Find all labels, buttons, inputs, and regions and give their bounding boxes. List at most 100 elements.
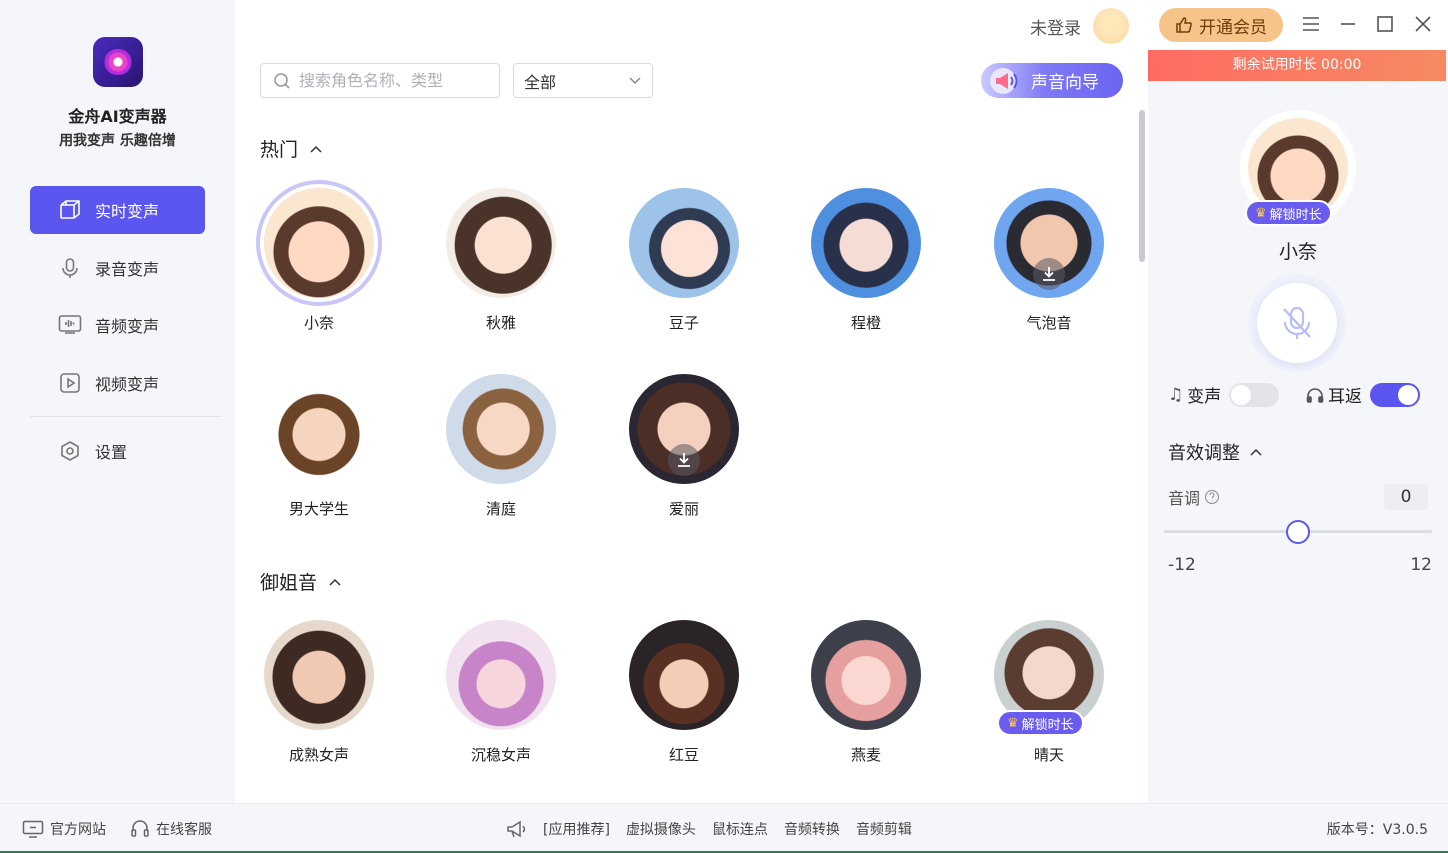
pitch-value-input[interactable]: 0 [1384, 484, 1428, 510]
character-avatar [629, 374, 739, 484]
section-title: 御姐音 [260, 572, 318, 594]
user-area[interactable]: 未登录 [1030, 8, 1129, 44]
download-icon[interactable] [668, 444, 700, 476]
sidebar-item-settings[interactable]: 设置 [30, 427, 205, 475]
pitch-slider-handle[interactable] [1286, 520, 1310, 544]
character-card[interactable]: 沉稳女声 [441, 620, 561, 765]
chevron-down-icon [629, 76, 641, 84]
trial-remaining-bar: 剩余试用时长 00:00 [1148, 50, 1446, 81]
mic-toggle-button[interactable] [1248, 274, 1346, 372]
link-audio-convert[interactable]: 音频转换 [784, 819, 840, 839]
pitch-row: 音调 [1168, 485, 1220, 509]
sidebar: 金舟AI变声器 用我变声 乐趣倍增 实时变声 录音变声 音频变声 视频变声 设置 [0, 0, 235, 803]
character-card[interactable]: ♛ 解锁时长 晴天 [989, 620, 1109, 765]
scrollbar-thumb[interactable] [1139, 110, 1145, 262]
monitor-toggle[interactable] [1370, 382, 1420, 407]
search-box[interactable] [260, 63, 500, 98]
sidebar-item-record[interactable]: 录音变声 [30, 244, 205, 292]
headset-icon [130, 819, 150, 839]
unlock-badge[interactable]: ♛ 解锁时长 [1245, 200, 1332, 226]
character-card[interactable]: 燕麦 [806, 620, 926, 765]
avatar[interactable] [1093, 8, 1129, 44]
sidebar-item-label: 视频变声 [95, 374, 160, 394]
character-avatar [446, 374, 556, 484]
video-play-icon [58, 371, 82, 395]
menu-icon[interactable] [1299, 12, 1323, 36]
sidebar-settings-wrap: 设置 [30, 427, 205, 485]
section-mature-header[interactable]: 御姐音 [260, 568, 341, 595]
voice-change-label: 变声 [1187, 387, 1222, 407]
character-card[interactable]: 小奈 [259, 188, 379, 333]
close-icon[interactable] [1411, 12, 1435, 36]
character-card[interactable]: 爱丽 [624, 374, 744, 519]
link-virtual-camera[interactable]: 虚拟摄像头 [626, 819, 696, 839]
character-card[interactable]: 豆子 [624, 188, 744, 333]
download-icon[interactable] [1033, 258, 1065, 290]
effects-header[interactable]: 音效调整 [1168, 439, 1262, 465]
character-card[interactable]: 红豆 [624, 620, 744, 765]
sidebar-item-label: 音频变声 [95, 317, 160, 336]
voice-change-toggle[interactable] [1229, 382, 1280, 407]
sidebar-item-label: 设置 [95, 443, 128, 462]
character-avatar [264, 188, 374, 298]
version-label: 版本号：V3.0.5 [1326, 822, 1428, 838]
unlock-badge-label: 解锁时长 [1269, 207, 1322, 223]
chevron-up-icon [1250, 448, 1262, 456]
sidebar-item-audio[interactable]: 音频变声 [30, 301, 205, 349]
app-slogan: 用我变声 乐趣倍增 [59, 133, 176, 149]
character-card[interactable]: 清庭 [441, 374, 561, 519]
voice-panel: 剩余试用时长 00:00 ♛ 解锁时长 小奈 ♫ 变声 耳返 音效调整 音调 0 [1148, 50, 1448, 803]
vip-button-label: 开通会员 [1199, 17, 1267, 38]
search-icon [274, 72, 290, 89]
character-name: 沉稳女声 [470, 746, 531, 764]
sidebar-item-label: 实时变声 [95, 202, 160, 221]
section-hot-header[interactable]: 热门 [260, 135, 322, 162]
website-link[interactable]: 官方网站 [22, 804, 106, 853]
link-mouse-clicker[interactable]: 鼠标连点 [712, 819, 768, 839]
pitch-label: 音调 [1168, 489, 1201, 508]
thumbs-up-icon [1176, 17, 1192, 33]
character-card[interactable]: 秋雅 [441, 188, 561, 333]
app-recommendations: [应用推荐] 虚拟摄像头 鼠标连点 音频转换 音频剪辑 [505, 804, 928, 853]
character-name: 红豆 [668, 746, 699, 764]
category-select[interactable]: 全部 [513, 63, 653, 98]
main-content: 全部 声音向导 热门 小奈 秋雅 豆子 程橙 气泡音 [235, 0, 1148, 803]
music-note-icon: ♫ [1168, 384, 1184, 405]
maximize-icon[interactable] [1373, 12, 1397, 36]
minimize-icon[interactable] [1336, 12, 1360, 36]
sidebar-item-video[interactable]: 视频变声 [30, 359, 205, 407]
unlock-badge[interactable]: ♛ 解锁时长 [997, 710, 1084, 736]
footer: 官方网站 在线客服 [应用推荐] 虚拟摄像头 鼠标连点 音频转换 音频剪辑 版本… [0, 803, 1448, 853]
gear-icon [58, 439, 82, 463]
pitch-min-label: -12 [1168, 555, 1196, 575]
login-status[interactable]: 未登录 [1030, 14, 1081, 39]
character-name: 气泡音 [1026, 314, 1072, 332]
character-name: 小奈 [303, 314, 334, 332]
vip-button[interactable]: 开通会员 [1159, 8, 1283, 42]
sidebar-item-realtime[interactable]: 实时变声 [30, 186, 205, 234]
current-character-name: 小奈 [1278, 241, 1317, 263]
help-icon[interactable] [1204, 489, 1220, 505]
character-name: 男大学生 [288, 500, 349, 518]
effects-title: 音效调整 [1168, 443, 1240, 464]
character-card[interactable]: 气泡音 [989, 188, 1109, 333]
character-avatar [446, 620, 556, 730]
voice-guide-button[interactable]: 声音向导 [981, 63, 1123, 98]
character-card[interactable]: 成熟女声 [259, 620, 379, 765]
sidebar-item-label: 录音变声 [95, 259, 160, 279]
chevron-up-icon [310, 145, 322, 153]
character-avatar [629, 620, 739, 730]
support-link[interactable]: 在线客服 [130, 804, 212, 853]
link-audio-editor[interactable]: 音频剪辑 [856, 819, 912, 839]
search-input[interactable] [299, 71, 489, 90]
character-card[interactable]: 男大学生 [259, 374, 379, 519]
voice-guide-label: 声音向导 [1031, 73, 1099, 93]
character-card[interactable]: 程橙 [806, 188, 926, 333]
character-avatar [811, 620, 921, 730]
recommend-label: [应用推荐] [543, 822, 610, 838]
monitor-label: 耳返 [1328, 387, 1362, 407]
megaphone-icon [990, 67, 1018, 94]
character-name: 清庭 [485, 500, 516, 518]
chevron-up-icon [329, 578, 341, 586]
monitor-icon [22, 820, 44, 838]
